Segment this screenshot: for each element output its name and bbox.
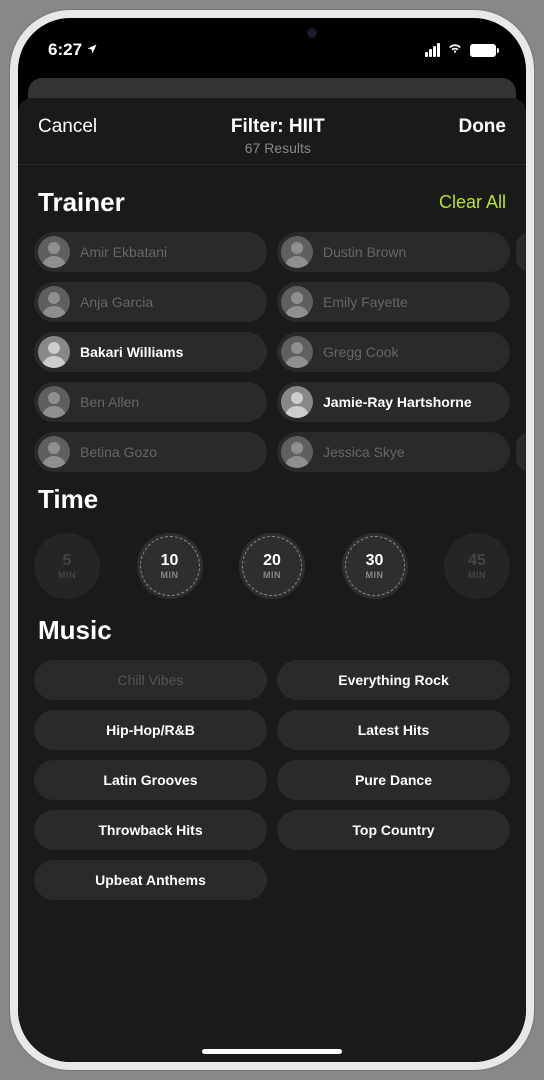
trainer-chip[interactable]: Bakari Williams [34,332,267,372]
time-chip[interactable]: 20MIN [239,533,305,599]
avatar [38,336,70,368]
trainer-section-title: Trainer [38,187,125,218]
time-unit: MIN [58,570,76,580]
time-chip: 45MIN [444,533,510,599]
phone-screen: 6:27 Cancel Filter: HIIT 67 Results [18,18,526,1062]
done-button[interactable]: Done [458,116,506,138]
sheet-content[interactable]: Trainer Clear All Amir Ekbatani Dustin Br… [18,165,526,1059]
avatar [281,336,313,368]
filter-sheet: Cancel Filter: HIIT 67 Results Done Trai… [18,98,526,1062]
location-icon [86,43,98,58]
trainer-chip[interactable]: Dustin Brown [277,232,510,272]
results-count: 67 Results [231,140,325,156]
time-unit: MIN [161,570,179,580]
trainer-name: Anja Garcia [80,294,153,310]
time-chip[interactable]: 30MIN [342,533,408,599]
trainer-overflow-hint [516,232,526,472]
time-value: 10 [161,552,179,570]
avatar [281,236,313,268]
trainer-chip[interactable]: Gregg Cook [277,332,510,372]
cancel-button[interactable]: Cancel [38,116,97,138]
avatar [38,436,70,468]
notch [167,18,377,48]
avatar [38,286,70,318]
avatar [38,386,70,418]
clear-all-button[interactable]: Clear All [439,192,506,213]
music-chip[interactable]: Everything Rock [277,660,510,700]
time-unit: MIN [366,570,384,580]
time-chip: 5MIN [34,533,100,599]
trainer-name: Gregg Cook [323,344,398,360]
time-unit: MIN [468,570,486,580]
time-value: 45 [468,552,486,570]
trainer-chip[interactable]: Jessica Skye [277,432,510,472]
time-value: 20 [263,552,281,570]
avatar [38,236,70,268]
phone-frame: 6:27 Cancel Filter: HIIT 67 Results [10,10,534,1070]
trainer-name: Dustin Brown [323,244,406,260]
music-section-title: Music [38,615,112,646]
trainer-name: Bakari Williams [80,344,183,360]
wifi-icon [446,40,464,60]
sheet-header: Cancel Filter: HIIT 67 Results Done [18,98,526,165]
trainer-name: Jamie-Ray Hartshorne [323,394,472,410]
avatar [281,286,313,318]
trainer-chip[interactable]: Ben Allen [34,382,267,422]
music-chip[interactable]: Latest Hits [277,710,510,750]
music-chip[interactable]: Hip-Hop/R&B [34,710,267,750]
sheet-title: Filter: HIIT [231,116,325,138]
music-chip[interactable]: Top Country [277,810,510,850]
music-grid[interactable]: Chill VibesEverything RockHip-Hop/R&BLat… [34,660,510,900]
home-indicator[interactable] [202,1049,342,1054]
music-chip[interactable]: Pure Dance [277,760,510,800]
music-chip[interactable]: Upbeat Anthems [34,860,267,900]
time-value: 5 [63,552,72,570]
trainer-name: Amir Ekbatani [80,244,167,260]
time-section-title: Time [38,484,98,515]
battery-icon [470,44,496,57]
time-value: 30 [366,552,384,570]
avatar [281,386,313,418]
trainer-grid[interactable]: Amir Ekbatani Dustin Brown Anja Garcia Emil… [34,232,510,472]
trainer-chip[interactable]: Jamie-Ray Hartshorne [277,382,510,422]
trainer-chip[interactable]: Amir Ekbatani [34,232,267,272]
trainer-name: Jessica Skye [323,444,405,460]
time-chip[interactable]: 10MIN [137,533,203,599]
time-unit: MIN [263,570,281,580]
music-chip: Chill Vibes [34,660,267,700]
trainer-name: Ben Allen [80,394,139,410]
time-row[interactable]: 5MIN10MIN20MIN30MIN45MIN [34,529,510,603]
trainer-name: Betina Gozo [80,444,157,460]
avatar [281,436,313,468]
status-time: 6:27 [48,40,82,60]
signal-icon [425,43,440,57]
music-chip[interactable]: Latin Grooves [34,760,267,800]
trainer-chip[interactable]: Emily Fayette [277,282,510,322]
music-chip[interactable]: Throwback Hits [34,810,267,850]
trainer-name: Emily Fayette [323,294,408,310]
trainer-chip[interactable]: Anja Garcia [34,282,267,322]
trainer-chip[interactable]: Betina Gozo [34,432,267,472]
